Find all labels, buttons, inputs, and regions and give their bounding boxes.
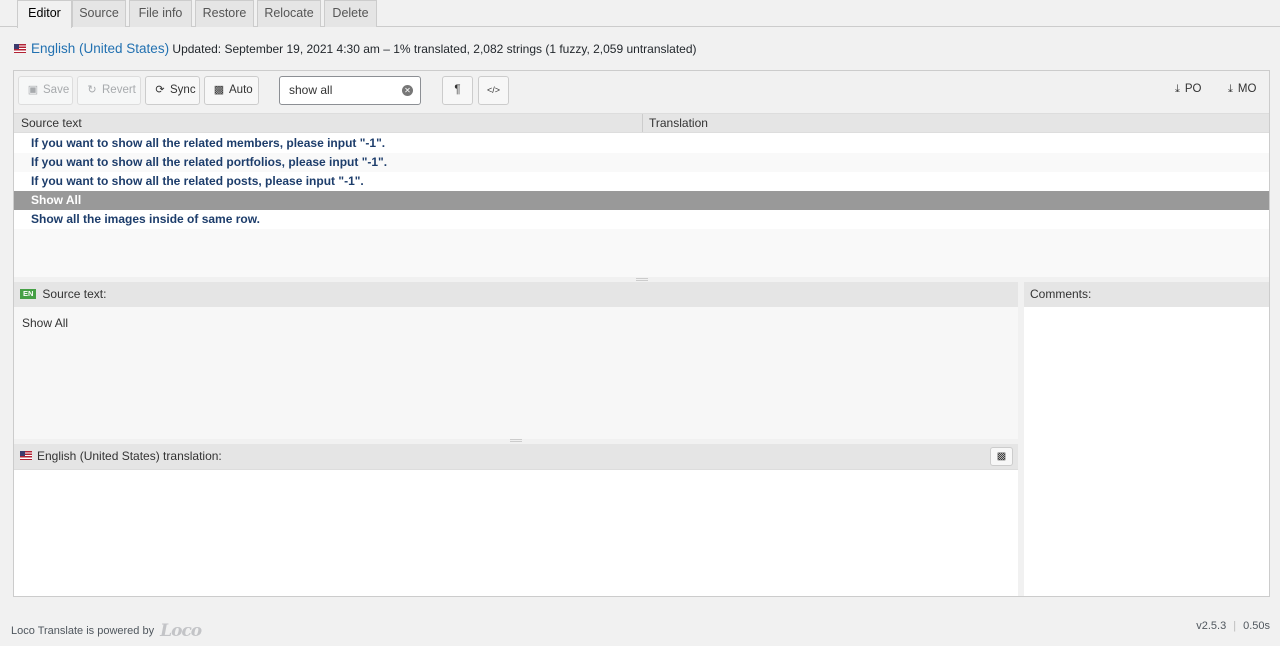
clear-search-icon[interactable]: ✕ xyxy=(402,85,413,96)
string-list: If you want to show all the related memb… xyxy=(14,134,1269,277)
table-row[interactable]: If you want to show all the related port… xyxy=(14,153,1269,172)
source-pane-label: Source text: xyxy=(42,287,107,301)
us-flag-icon xyxy=(14,44,26,54)
sync-button[interactable]: ⟳ Sync xyxy=(145,76,200,105)
source-text-view: Show All xyxy=(14,307,1018,439)
editor-toolbar: ▣ Save ↻ Revert ⟳ Sync ▩ Auto show all ✕ ¶ <… xyxy=(14,71,1269,113)
editor-tabs: Editor Source File info Restore Relocate… xyxy=(0,0,1280,28)
auto-label: Auto xyxy=(229,84,253,96)
tab-editor[interactable]: Editor xyxy=(17,0,72,28)
tab-file-info[interactable]: File info xyxy=(129,0,192,27)
tab-relocate[interactable]: Relocate xyxy=(257,0,321,27)
source-pane-header: EN Source text: xyxy=(14,282,1018,307)
en-language-badge: EN xyxy=(20,288,37,299)
po-label: PO xyxy=(1184,83,1202,95)
translation-pane-header: English (United States) translation: ▩ xyxy=(14,444,1018,469)
locale-meta: Updated: September 19, 2021 4:30 am – 1%… xyxy=(172,42,697,56)
version-text: v2.5.3 xyxy=(1196,620,1227,632)
mo-label: MO xyxy=(1237,83,1257,95)
floppy-disk-icon: ▣ xyxy=(27,84,39,96)
search-value: show all xyxy=(289,83,333,97)
comments-pane-header: Comments: xyxy=(1024,282,1269,307)
powered-by-text: Loco Translate is powered by xyxy=(11,624,155,637)
translation-input[interactable] xyxy=(14,469,1018,596)
revert-button[interactable]: ↻ Revert xyxy=(77,76,141,105)
loco-logo[interactable]: Loco xyxy=(160,621,202,641)
search-input[interactable]: show all ✕ xyxy=(279,76,421,105)
save-label: Save xyxy=(43,84,70,96)
locale-header: English (United States) Updated: Septemb… xyxy=(14,41,697,59)
comments-pane-label: Comments: xyxy=(1030,287,1092,301)
source-text-value: Show All xyxy=(22,316,69,330)
grip-icon xyxy=(510,439,522,442)
auto-button[interactable]: ▩ Auto xyxy=(204,76,259,105)
locale-name-link[interactable]: English (United States) xyxy=(31,41,169,56)
tab-source[interactable]: Source xyxy=(72,0,126,27)
table-row[interactable]: If you want to show all the related post… xyxy=(14,172,1269,191)
translation-pane-label: English (United States) translation: xyxy=(37,449,222,463)
footer-version: v2.5.3 | 0.50s xyxy=(1196,620,1270,632)
editor-panel: ▣ Save ↻ Revert ⟳ Sync ▩ Auto show all ✕ ¶ <… xyxy=(13,70,1270,597)
toggle-code-button[interactable]: </> xyxy=(478,76,509,105)
empty-row-area xyxy=(14,229,1269,277)
us-flag-icon xyxy=(20,451,32,461)
table-row-selected[interactable]: Show All xyxy=(14,191,1269,210)
sync-icon: ⟳ xyxy=(155,84,165,96)
table-row[interactable]: Show all the images inside of same row. xyxy=(14,210,1269,229)
download-icon: ⤓ xyxy=(1175,83,1180,95)
code-icon: </> xyxy=(486,85,500,95)
robot-icon: ▩ xyxy=(213,84,225,96)
tab-restore[interactable]: Restore xyxy=(195,0,254,27)
robot-icon: ▩ xyxy=(996,451,1007,462)
pipe-divider: | xyxy=(1233,620,1237,632)
auto-translate-button[interactable]: ▩ xyxy=(990,447,1013,466)
pilcrow-icon: ¶ xyxy=(454,84,461,96)
footer-credit: Loco Translate is powered by Loco xyxy=(11,621,202,641)
timing-text: 0.50s xyxy=(1243,620,1270,632)
grid-header: Source text Translation xyxy=(14,113,1269,133)
table-row[interactable]: If you want to show all the related memb… xyxy=(14,134,1269,153)
grip-icon xyxy=(636,278,648,281)
download-po-button[interactable]: ⤓ PO xyxy=(1175,83,1202,96)
revert-icon: ↻ xyxy=(87,84,97,96)
revert-label: Revert xyxy=(102,84,136,96)
column-source-text[interactable]: Source text xyxy=(21,114,82,132)
comments-view xyxy=(1024,307,1269,596)
sync-label: Sync xyxy=(170,84,196,96)
save-button[interactable]: ▣ Save xyxy=(18,76,73,105)
toggle-invisibles-button[interactable]: ¶ xyxy=(442,76,473,105)
download-icon: ⤓ xyxy=(1228,83,1233,95)
download-mo-button[interactable]: ⤓ MO xyxy=(1228,83,1256,96)
column-translation[interactable]: Translation xyxy=(649,114,708,132)
column-divider[interactable] xyxy=(642,114,643,132)
tab-delete[interactable]: Delete xyxy=(324,0,377,27)
